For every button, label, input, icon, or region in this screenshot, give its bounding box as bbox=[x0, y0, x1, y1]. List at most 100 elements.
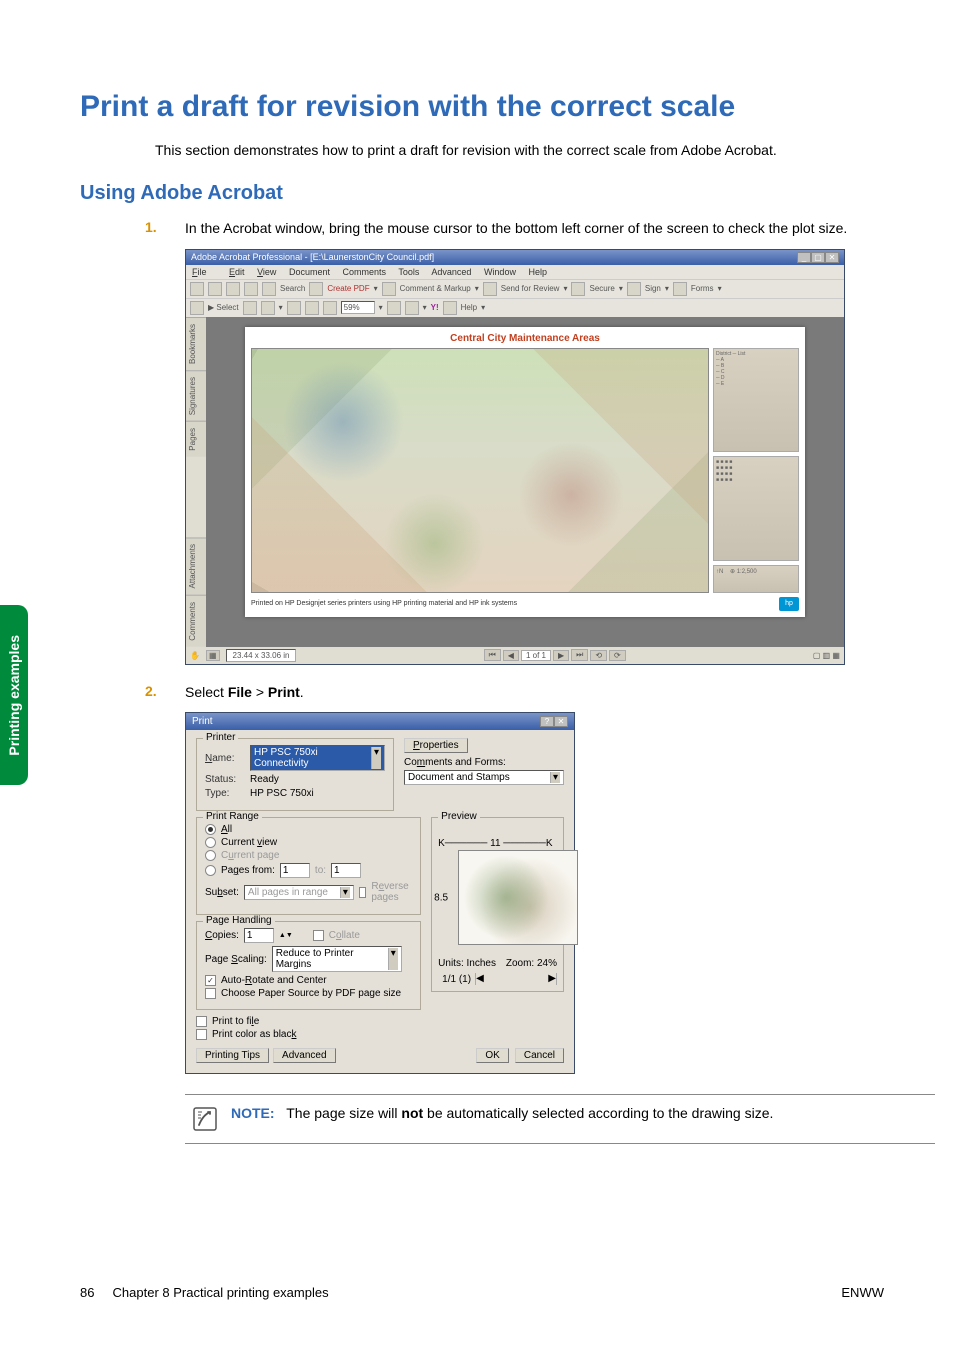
preview-title: Preview bbox=[438, 811, 480, 822]
send-icon[interactable] bbox=[483, 282, 497, 296]
papersource-checkbox[interactable] bbox=[205, 988, 216, 999]
zoom-level[interactable]: 59% bbox=[341, 301, 375, 314]
menu-window[interactable]: Window bbox=[484, 267, 516, 277]
yahoo-icon[interactable]: Y! bbox=[431, 303, 439, 312]
print-black-checkbox[interactable] bbox=[196, 1029, 207, 1040]
menu-document[interactable]: Document bbox=[289, 267, 330, 277]
page-footer: 86 Chapter 8 Practical printing examples… bbox=[80, 1285, 884, 1300]
print-icon[interactable] bbox=[226, 282, 240, 296]
map-image bbox=[251, 348, 709, 593]
menu-view[interactable]: View bbox=[257, 267, 276, 277]
radio-current-view[interactable] bbox=[205, 837, 216, 848]
dialog-window-controls[interactable]: ?✕ bbox=[540, 716, 568, 727]
menu-edit[interactable]: Edit bbox=[229, 267, 245, 277]
acrobat-menubar[interactable]: File Edit View Document Comments Tools A… bbox=[186, 265, 844, 279]
map-legend-top: District ─ List─ A─ B─ C─ D─ E bbox=[713, 348, 799, 453]
menu-tools[interactable]: Tools bbox=[398, 267, 419, 277]
copies-input[interactable]: 1 bbox=[244, 928, 274, 943]
toolbar-send[interactable]: Send for Review bbox=[501, 284, 560, 293]
radio-current-page[interactable] bbox=[205, 850, 216, 861]
toolbar-search-label[interactable]: Search bbox=[280, 284, 305, 293]
email-icon[interactable] bbox=[244, 282, 258, 296]
acrobat-statusbar: ✋ ▦ 23.44 x 33.06 in ⏮ ◀ 1 of 1 ▶ ⏭ ⟲ ⟳ … bbox=[186, 647, 844, 664]
tab-bookmarks[interactable]: Bookmarks bbox=[186, 317, 206, 370]
chapter-label: Chapter 8 Practical printing examples bbox=[113, 1285, 329, 1300]
type-label: Type: bbox=[205, 788, 245, 799]
window-controls[interactable]: _▢✕ bbox=[797, 252, 839, 263]
section-heading: Using Adobe Acrobat bbox=[80, 182, 884, 205]
preview-nav-buttons[interactable]: ◀▶ bbox=[475, 973, 557, 985]
ok-button[interactable]: OK bbox=[476, 1048, 508, 1063]
comments-forms-select[interactable]: Document and Stamps▾ bbox=[404, 770, 564, 785]
menu-advanced[interactable]: Advanced bbox=[431, 267, 471, 277]
zoomout-icon[interactable] bbox=[305, 301, 319, 315]
comment-icon[interactable] bbox=[382, 282, 396, 296]
menu-help[interactable]: Help bbox=[528, 267, 547, 277]
tab-signatures[interactable]: Signatures bbox=[186, 370, 206, 421]
autorotate-checkbox[interactable] bbox=[205, 975, 216, 986]
subset-select[interactable]: All pages in range▾ bbox=[244, 885, 354, 900]
properties-button[interactable]: Properties bbox=[404, 738, 468, 753]
prev-page-icon[interactable]: ◀ bbox=[503, 650, 519, 661]
menu-file[interactable]: File bbox=[192, 267, 217, 277]
printer-name-select[interactable]: HP PSC 750xi Connectivity▾ bbox=[250, 745, 385, 771]
step-2-number: 2. bbox=[145, 683, 185, 703]
acrobat-toolbar-2[interactable]: ▶ Select ▾ 59% ▾ ▾ Y! Help ▾ bbox=[186, 298, 844, 317]
radio-pages-from[interactable] bbox=[205, 865, 216, 876]
first-page-icon[interactable]: ⏮ bbox=[484, 649, 501, 661]
tab-pages[interactable]: Pages bbox=[186, 421, 206, 457]
toolbar-sign[interactable]: Sign bbox=[645, 284, 661, 293]
reverse-checkbox[interactable] bbox=[359, 887, 366, 898]
pages-from-label: Pages from: bbox=[221, 865, 275, 876]
createpdf-icon[interactable] bbox=[309, 282, 323, 296]
help-icon[interactable] bbox=[443, 301, 457, 315]
next-page-icon[interactable]: ▶ bbox=[553, 650, 569, 661]
organizer-icon[interactable] bbox=[405, 301, 419, 315]
page-navigation[interactable]: ⏮ ◀ 1 of 1 ▶ ⏭ ⟲ ⟳ bbox=[484, 649, 626, 661]
toolbar-comment[interactable]: Comment & Markup bbox=[400, 284, 471, 293]
print-to-file-checkbox[interactable] bbox=[196, 1016, 207, 1027]
toolbar-forms[interactable]: Forms bbox=[691, 284, 714, 293]
tab-attachments[interactable]: Attachments bbox=[186, 537, 206, 594]
preview-page bbox=[458, 850, 578, 945]
zoom-icon[interactable] bbox=[261, 301, 275, 315]
fit-icon[interactable] bbox=[287, 301, 301, 315]
hand-icon[interactable] bbox=[190, 301, 204, 315]
collate-checkbox[interactable] bbox=[313, 930, 324, 941]
papersource-label: Choose Paper Source by PDF page size bbox=[221, 988, 401, 999]
open-icon[interactable] bbox=[190, 282, 204, 296]
forms-icon[interactable] bbox=[673, 282, 687, 296]
last-page-icon[interactable]: ⏭ bbox=[571, 649, 588, 661]
cancel-button[interactable]: Cancel bbox=[515, 1048, 564, 1063]
layout-icons[interactable]: ▢ ▥ ▦ bbox=[813, 651, 840, 660]
toolbar-help[interactable]: Help bbox=[461, 303, 477, 312]
page-indicator: 1 of 1 bbox=[521, 650, 551, 661]
printing-tips-button[interactable]: Printing Tips bbox=[196, 1048, 269, 1063]
back-icon[interactable]: ⟲ bbox=[590, 650, 607, 661]
note-icon bbox=[191, 1105, 219, 1133]
secure-icon[interactable] bbox=[571, 282, 585, 296]
rotate-icon[interactable] bbox=[387, 301, 401, 315]
menu-comments[interactable]: Comments bbox=[343, 267, 387, 277]
advanced-button[interactable]: Advanced bbox=[273, 1048, 335, 1063]
toolbar-createpdf[interactable]: Create PDF bbox=[327, 284, 369, 293]
snapshot-icon[interactable] bbox=[243, 301, 257, 315]
pages-to-input[interactable]: 1 bbox=[331, 863, 361, 878]
radio-all[interactable] bbox=[205, 824, 216, 835]
preview-units: Units: Inches bbox=[438, 958, 496, 969]
page-scaling-select[interactable]: Reduce to Printer Margins▾ bbox=[272, 946, 402, 972]
pages-from-input[interactable]: 1 bbox=[280, 863, 310, 878]
acrobat-toolbar-1[interactable]: Search Create PDF ▾ Comment & Markup ▾ S… bbox=[186, 279, 844, 298]
toolbar-select[interactable]: ▶ Select bbox=[208, 303, 239, 312]
zoomin-icon[interactable] bbox=[323, 301, 337, 315]
collate-label: Collate bbox=[329, 930, 360, 941]
sign-icon[interactable] bbox=[627, 282, 641, 296]
tab-comments[interactable]: Comments bbox=[186, 595, 206, 647]
search-icon[interactable] bbox=[262, 282, 276, 296]
chapter-side-tab: Printing examples bbox=[0, 605, 28, 785]
note-label: NOTE: bbox=[231, 1105, 275, 1121]
fwd-icon[interactable]: ⟳ bbox=[609, 650, 626, 661]
save-icon[interactable] bbox=[208, 282, 222, 296]
type-value: HP PSC 750xi bbox=[250, 788, 314, 799]
toolbar-secure[interactable]: Secure bbox=[589, 284, 614, 293]
